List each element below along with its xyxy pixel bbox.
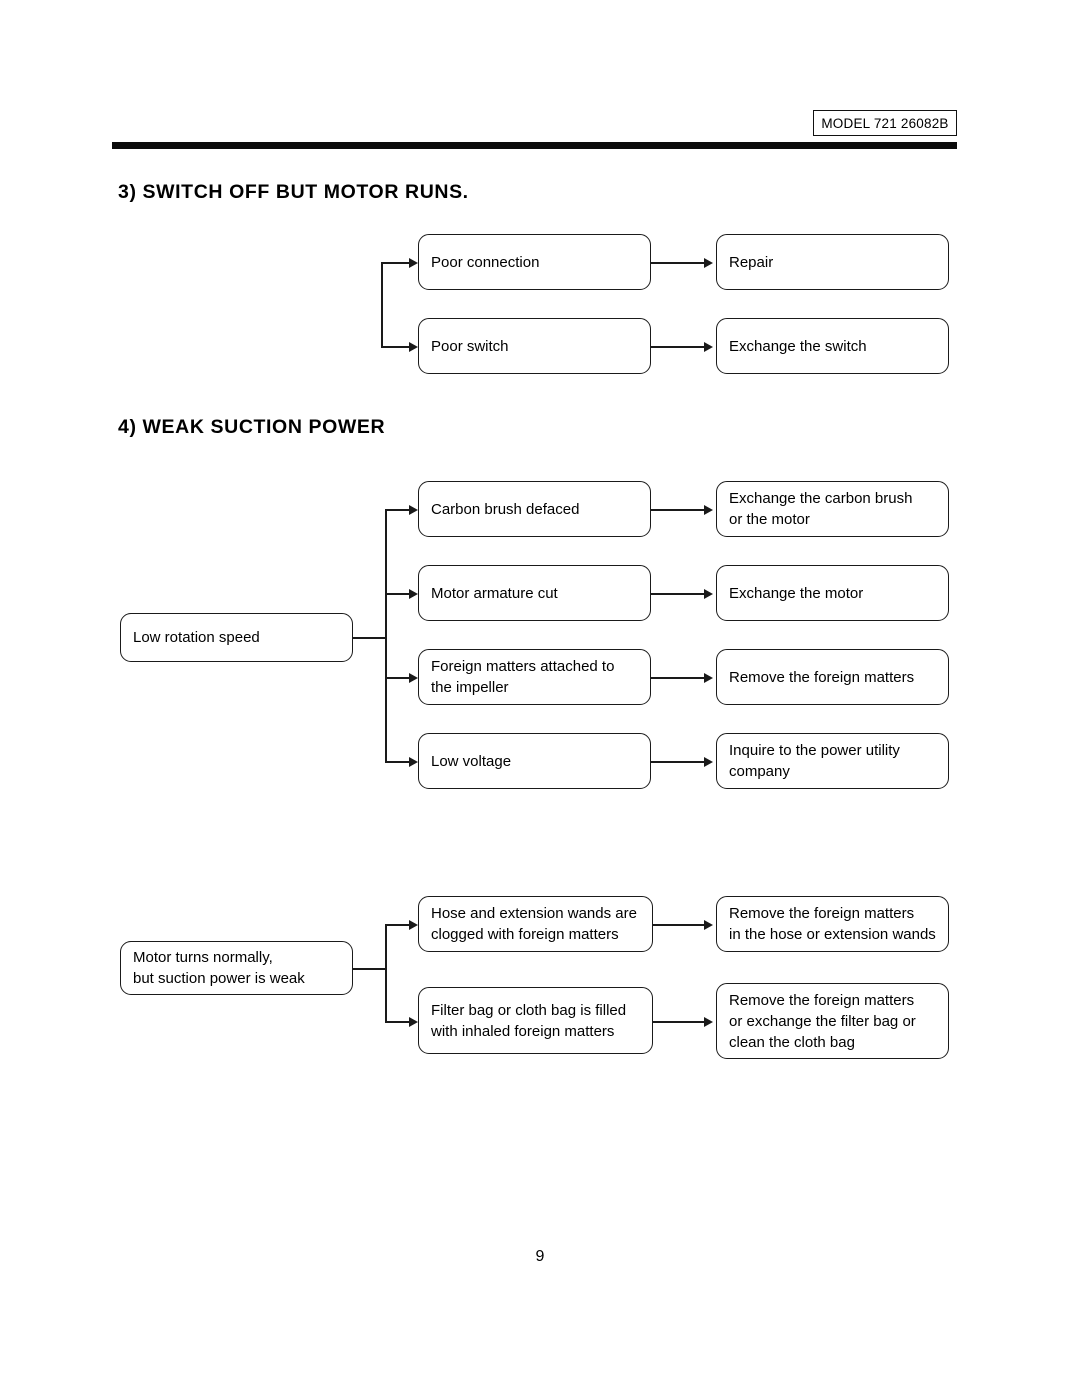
cause-text: Carbon brush defaced [431,500,580,518]
connector-symptom-trunk-g1 [353,637,386,639]
connector-cause-remedy-g1-3 [651,677,705,679]
arrow-remedy-g1-1 [704,505,713,515]
remedy-box: Remove the foreign matters [716,649,949,705]
connector-cause-remedy-g1-2 [651,593,705,595]
arrow-remedy-s3-2 [704,342,713,352]
cause-box: Carbon brush defaced [418,481,651,537]
remedy-text: Exchange the carbon brush or the motor [729,490,913,528]
remedy-text: Remove the foreign matters or exchange t… [729,991,916,1051]
cause-box: Poor switch [418,318,651,374]
remedy-text: Inquire to the power utility company [729,742,900,780]
connector-cause-remedy-g1-4 [651,761,705,763]
arrow-remedy-g2-1 [704,920,713,930]
remedy-box: Remove the foreign matters or exchange t… [716,983,949,1059]
connector-trunk-g2 [385,924,387,1022]
arrow-g1-3 [409,673,418,683]
arrow-g1-1 [409,505,418,515]
connector-cause-remedy-g1-1 [651,509,705,511]
header-rule [112,142,957,149]
connector-branch-g1-4 [385,761,411,763]
arrow-g2-2 [409,1017,418,1027]
symptom-text: Motor turns normally, but suction power … [133,949,305,987]
connector-branch-g1-3 [385,677,411,679]
connector-trunk-g1 [385,509,387,762]
connector-branch-g1-1 [385,509,411,511]
connector-branch-s3-2 [381,346,411,348]
connector-cause-remedy-g2-2 [653,1021,705,1023]
remedy-box: Exchange the switch [716,318,949,374]
remedy-text: Exchange the motor [729,584,864,602]
symptom-box: Low rotation speed [120,613,353,662]
connector-branch-g1-2 [385,593,411,595]
cause-text: Hose and extension wands are clogged wit… [431,905,637,943]
remedy-box: Exchange the motor [716,565,949,621]
arrow-s3-2 [409,342,418,352]
arrow-remedy-g1-2 [704,589,713,599]
symptom-text: Low rotation speed [133,629,260,646]
arrow-remedy-g2-2 [704,1017,713,1027]
connector-trunk-s3 [381,262,383,347]
cause-box: Low voltage [418,733,651,789]
cause-text: Low voltage [431,752,512,770]
cause-box: Filter bag or cloth bag is filled with i… [418,987,653,1054]
connector-branch-s3-1 [381,262,411,264]
remedy-text: Remove the foreign matters [729,668,915,686]
cause-text: Filter bag or cloth bag is filled with i… [431,1001,627,1040]
cause-text: Motor armature cut [431,584,558,602]
cause-box: Hose and extension wands are clogged wit… [418,896,653,952]
remedy-box: Inquire to the power utility company [716,733,949,789]
cause-box: Foreign matters attached to the impeller [418,649,651,705]
section-heading-4: 4) WEAK SUCTION POWER [118,416,386,438]
arrow-g1-2 [409,589,418,599]
connector-cause-remedy-g2-1 [653,924,705,926]
model-number-text: MODEL 721 26082B [821,115,949,131]
symptom-box: Motor turns normally, but suction power … [120,941,353,995]
remedy-box: Exchange the carbon brush or the motor [716,481,949,537]
remedy-text: Exchange the switch [729,337,867,355]
connector-cause-remedy-s3-2 [651,346,705,348]
cause-text: Poor switch [431,337,509,355]
cause-box: Poor connection [418,234,651,290]
arrow-g1-4 [409,757,418,767]
remedy-box: Remove the foreign matters in the hose o… [716,896,949,952]
cause-text: Foreign matters attached to the impeller [431,658,615,696]
connector-cause-remedy-s3-1 [651,262,705,264]
remedy-text: Repair [729,253,774,271]
remedy-box: Repair [716,234,949,290]
page-number: 9 [535,1248,545,1265]
remedy-text: Remove the foreign matters in the hose o… [729,905,936,943]
model-number-badge: MODEL 721 26082B [813,110,957,136]
connector-branch-g2-1 [385,924,411,926]
arrow-g2-1 [409,920,418,930]
connector-branch-g2-2 [385,1021,411,1023]
document-page: MODEL 721 26082B 3) SWITCH OFF BUT MOTOR… [0,0,1080,1375]
cause-text: Poor connection [431,253,540,271]
section-heading-3: 3) SWITCH OFF BUT MOTOR RUNS. [118,181,469,203]
connector-symptom-trunk-g2 [353,968,386,970]
arrow-s3-1 [409,258,418,268]
arrow-remedy-g1-4 [704,757,713,767]
cause-box: Motor armature cut [418,565,651,621]
arrow-remedy-s3-1 [704,258,713,268]
arrow-remedy-g1-3 [704,673,713,683]
